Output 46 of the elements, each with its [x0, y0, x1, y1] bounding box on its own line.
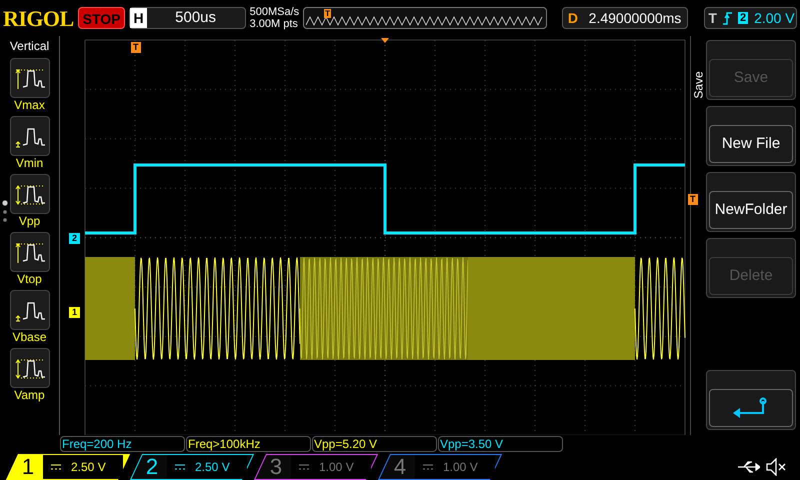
channel-tab[interactable]: 2 2.50 V: [130, 454, 254, 480]
page-indicator-icon: [2, 200, 8, 224]
channel-number: 2: [144, 454, 160, 478]
delay-label: D: [566, 8, 579, 28]
channel-scale: 2.50 V: [43, 454, 123, 478]
dc-coupling-icon: [299, 464, 309, 470]
trigger-label: T: [707, 8, 717, 28]
menu-title: Vertical: [10, 38, 50, 55]
channel-scale: 1.00 V: [415, 454, 495, 478]
sample-rate: 500MSa/s: [250, 6, 300, 18]
timebase-label: H: [130, 8, 147, 28]
trigger-overview-marker: T: [324, 9, 332, 18]
menu-title: Save: [690, 71, 706, 99]
channel-number: 1: [20, 454, 36, 478]
run-status: STOP: [78, 7, 126, 29]
channel-tab[interactable]: 1 2.50 V: [6, 454, 130, 480]
measurement-readout: Vpp=3.50 V: [438, 436, 563, 452]
softkey-button[interactable]: NewFolder: [709, 191, 793, 229]
speaker-muted-icon: [766, 458, 786, 476]
usb-icon: [738, 460, 760, 472]
measurement-readout: Vpp=5.20 V: [312, 436, 437, 452]
measurement-readout: Freq=200 Hz: [60, 436, 185, 452]
dc-coupling-icon: [51, 464, 61, 470]
measurement-readout: Freq>100kHz: [186, 436, 311, 452]
channel-number: 3: [268, 454, 284, 478]
channel-number: 4: [392, 454, 408, 478]
channel-scale: 1.00 V: [291, 454, 371, 478]
softkey-button[interactable]: New File: [709, 125, 793, 163]
channel-offset-marker: 2: [69, 233, 80, 244]
trigger-level: 2.00 V: [754, 8, 795, 28]
trigger-level-marker: T: [688, 194, 698, 205]
brand-logo: RIGOL: [3, 4, 74, 32]
dc-coupling-icon: [175, 464, 185, 470]
channel-offset-marker: 1: [69, 307, 80, 318]
channel-tab[interactable]: 3 1.00 V: [254, 454, 378, 480]
rising-edge-icon: [722, 12, 732, 24]
return-button[interactable]: [709, 389, 793, 427]
timebase-value: 500us: [174, 8, 218, 28]
channel-scale: 2.50 V: [167, 454, 247, 478]
trigger-position-marker: T: [131, 42, 140, 53]
trigger-position-marker: [381, 38, 389, 43]
channel-tab[interactable]: 4 1.00 V: [378, 454, 502, 480]
memory-depth: 3.00M pts: [250, 18, 299, 30]
dc-coupling-icon: [423, 464, 433, 470]
trigger-source: 2: [738, 12, 748, 24]
delay-value: 2.49000000ms: [588, 8, 682, 28]
